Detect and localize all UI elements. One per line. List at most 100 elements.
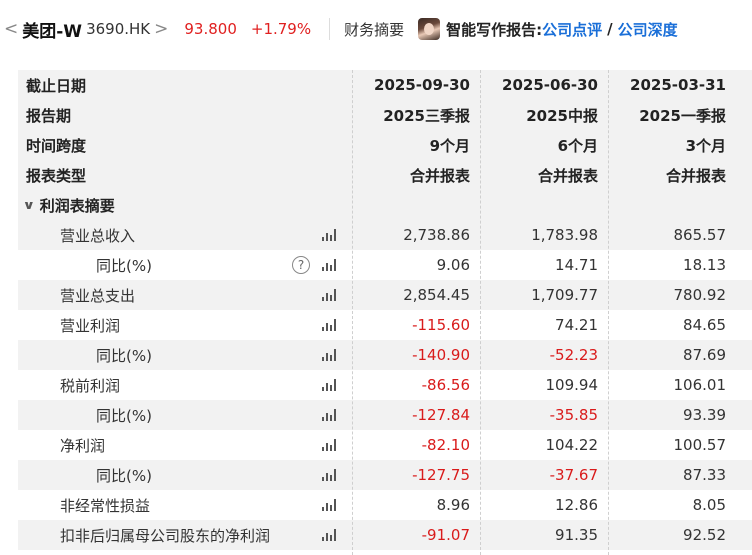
value-cell: 104.22 [545,436,599,454]
value-cell: 87.69 [683,346,726,364]
row-label: 营业总支出 [60,286,136,305]
chevron-down-icon[interactable]: ∨ [23,198,36,212]
bar-chart-icon[interactable] [322,349,336,361]
bar-chart-icon[interactable] [322,319,336,331]
value-cell: 12.86 [555,496,598,514]
value-cell: 87.33 [683,466,726,484]
value-cell: 109.94 [545,376,599,394]
period-cell: 2025三季报 [383,106,470,125]
financial-summary-table: 截止日期 2025-09-30 2025-06-30 2025-03-31 报告… [18,70,752,555]
column-divider [608,70,609,555]
company-review-link[interactable]: 公司点评 [542,19,602,40]
period-cell: 2025-09-30 [374,76,470,94]
period-cell: 2025-03-31 [630,76,726,94]
bar-chart-icon[interactable] [322,529,336,541]
table-row: 同比(%) -127.84 -35.85 93.39 [18,400,752,430]
row-label: 同比(%) [96,406,152,425]
value-cell: 9.06 [436,256,470,274]
value-cell: 2,738.86 [403,226,470,244]
section-row-income[interactable]: ∨ 利润表摘要 [18,190,752,220]
section-label: 利润表摘要 [39,196,115,215]
table-row: 营业总支出 2,854.45 1,709.77 780.92 [18,280,752,310]
header-row-type: 报表类型 合并报表 合并报表 合并报表 [18,160,752,190]
row-label: 税前利润 [60,376,121,395]
bar-chart-icon[interactable] [322,409,336,421]
row-label: 同比(%) [96,346,152,365]
value-cell: 18.13 [683,256,726,274]
section-title: 财务摘要 [344,20,405,39]
stock-code: 3690.HK [86,20,151,38]
period-cell: 2025一季报 [639,106,726,125]
period-cell: 合并报表 [409,166,470,185]
divider [329,18,331,40]
period-cell: 6个月 [557,136,598,155]
column-divider [480,70,481,555]
table-row: 营业总收入 2,738.86 1,783.98 865.57 [18,220,752,250]
value-cell: 1,709.77 [531,286,598,304]
period-cell: 2025-06-30 [502,76,598,94]
bar-chart-icon[interactable] [322,439,336,451]
value-cell: -37.67 [549,466,598,484]
value-cell: -115.60 [412,316,470,334]
row-label: 营业利润 [60,316,121,335]
table-row: 净利润 -82.10 104.22 100.57 [18,430,752,460]
value-cell: -127.84 [412,406,470,424]
table-row: 同比(%) -140.90 -52.23 87.69 [18,340,752,370]
row-label: 营业总收入 [60,226,136,245]
column-divider [352,70,353,555]
value-cell: 84.65 [683,316,726,334]
header-row-span: 时间跨度 9个月 6个月 3个月 [18,130,752,160]
bar-chart-icon[interactable] [322,379,336,391]
value-cell: 106.01 [673,376,727,394]
stock-name: 美团-W [22,21,83,42]
period-cell: 2025中报 [526,106,598,125]
table-row: 扣非后归属母公司股东的净利润 -91.07 91.35 92.52 [18,520,752,550]
value-cell: -52.23 [549,346,598,364]
stock-header: < 美团-W 3690.HK > 93.800 +1.79% 财务摘要 智能写作… [0,0,752,58]
value-cell: -140.90 [412,346,470,364]
value-cell: 14.71 [555,256,598,274]
value-cell: 93.39 [683,406,726,424]
table-row: 同比(%) -127.75 -37.67 87.33 [18,460,752,490]
value-cell: 74.21 [555,316,598,334]
question-circle-icon[interactable]: ? [292,256,310,274]
value-cell: -86.56 [421,376,470,394]
chevron-right-icon[interactable]: > [150,19,172,39]
table-row: 非经常性损益 8.96 12.86 8.05 [18,490,752,520]
row-label: 报告期 [26,106,72,125]
value-cell: 92.52 [683,526,726,544]
table-row: 同比(%) ? 9.06 14.71 18.13 [18,250,752,280]
row-label: 净利润 [60,436,106,455]
value-cell: -91.07 [421,526,470,544]
stock-price: 93.800 [184,20,237,38]
price-change: +1.79% [250,20,312,38]
row-label: 同比(%) [96,256,152,275]
value-cell: 8.96 [436,496,470,514]
value-cell: -127.75 [412,466,470,484]
header-row-date: 截止日期 2025-09-30 2025-06-30 2025-03-31 [18,70,752,100]
bar-chart-icon[interactable] [322,229,336,241]
row-label: 时间跨度 [26,136,87,155]
bar-chart-icon[interactable] [322,499,336,511]
row-label: 同比(%) [96,466,152,485]
value-cell: 1,783.98 [531,226,598,244]
value-cell: -35.85 [549,406,598,424]
bar-chart-icon[interactable] [322,259,336,271]
row-label: 报表类型 [26,166,87,185]
period-cell: 9个月 [429,136,470,155]
period-cell: 合并报表 [537,166,598,185]
bar-chart-icon[interactable] [322,469,336,481]
value-cell: 91.35 [555,526,598,544]
value-cell: 865.57 [673,226,727,244]
row-label: 截止日期 [26,76,87,95]
header-row-report: 报告期 2025三季报 2025中报 2025一季报 [18,100,752,130]
row-label: 扣非后归属母公司股东的净利润 [60,526,271,545]
table-row: 税前利润 -86.56 109.94 106.01 [18,370,752,400]
company-depth-link[interactable]: 公司深度 [618,19,678,40]
chevron-left-icon[interactable]: < [0,19,22,39]
period-cell: 合并报表 [665,166,726,185]
bar-chart-icon[interactable] [322,289,336,301]
period-cell: 3个月 [685,136,726,155]
value-cell: 100.57 [673,436,727,454]
author-avatar [418,18,441,40]
